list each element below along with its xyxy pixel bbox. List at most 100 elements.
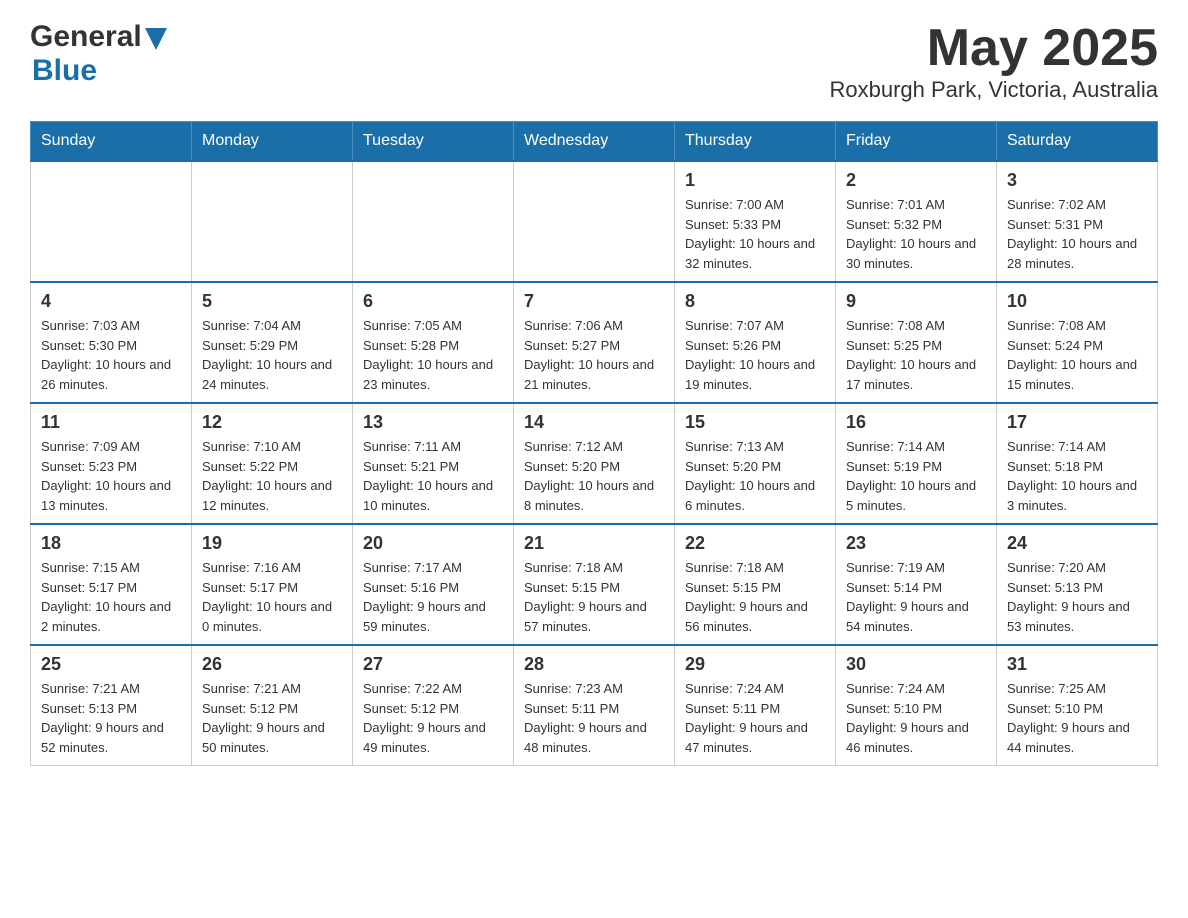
day-number: 28 bbox=[524, 654, 664, 675]
day-number: 7 bbox=[524, 291, 664, 312]
day-number: 1 bbox=[685, 170, 825, 191]
day-info: Sunrise: 7:18 AM Sunset: 5:15 PM Dayligh… bbox=[685, 558, 825, 636]
table-row: 8 Sunrise: 7:07 AM Sunset: 5:26 PM Daylig… bbox=[675, 282, 836, 403]
day-number: 6 bbox=[363, 291, 503, 312]
table-row: 12 Sunrise: 7:10 AM Sunset: 5:22 PM Dayli… bbox=[192, 403, 353, 524]
day-info: Sunrise: 7:08 AM Sunset: 5:25 PM Dayligh… bbox=[846, 316, 986, 394]
day-info: Sunrise: 7:23 AM Sunset: 5:11 PM Dayligh… bbox=[524, 679, 664, 757]
table-row: 16 Sunrise: 7:14 AM Sunset: 5:19 PM Dayli… bbox=[836, 403, 997, 524]
logo-triangle-icon bbox=[145, 28, 167, 50]
day-info: Sunrise: 7:16 AM Sunset: 5:17 PM Dayligh… bbox=[202, 558, 342, 636]
calendar-subtitle: Roxburgh Park, Victoria, Australia bbox=[829, 77, 1158, 103]
day-info: Sunrise: 7:13 AM Sunset: 5:20 PM Dayligh… bbox=[685, 437, 825, 515]
calendar-table: Sunday Monday Tuesday Wednesday Thursday… bbox=[30, 121, 1158, 766]
day-number: 11 bbox=[41, 412, 181, 433]
day-number: 22 bbox=[685, 533, 825, 554]
day-info: Sunrise: 7:18 AM Sunset: 5:15 PM Dayligh… bbox=[524, 558, 664, 636]
day-info: Sunrise: 7:07 AM Sunset: 5:26 PM Dayligh… bbox=[685, 316, 825, 394]
table-row bbox=[192, 161, 353, 282]
day-number: 8 bbox=[685, 291, 825, 312]
day-info: Sunrise: 7:09 AM Sunset: 5:23 PM Dayligh… bbox=[41, 437, 181, 515]
day-number: 26 bbox=[202, 654, 342, 675]
header-sunday: Sunday bbox=[31, 122, 192, 162]
day-number: 12 bbox=[202, 412, 342, 433]
day-number: 21 bbox=[524, 533, 664, 554]
day-number: 27 bbox=[363, 654, 503, 675]
day-number: 20 bbox=[363, 533, 503, 554]
day-number: 4 bbox=[41, 291, 181, 312]
calendar-week-row: 18 Sunrise: 7:15 AM Sunset: 5:17 PM Dayli… bbox=[31, 524, 1158, 645]
day-info: Sunrise: 7:03 AM Sunset: 5:30 PM Dayligh… bbox=[41, 316, 181, 394]
table-row: 29Sunrise: 7:24 AM Sunset: 5:11 PM Dayli… bbox=[675, 645, 836, 766]
table-row: 18 Sunrise: 7:15 AM Sunset: 5:17 PM Dayli… bbox=[31, 524, 192, 645]
day-number: 24 bbox=[1007, 533, 1147, 554]
calendar-week-row: 1 Sunrise: 7:00 AM Sunset: 5:33 PM Daylig… bbox=[31, 161, 1158, 282]
table-row: 3Sunrise: 7:02 AM Sunset: 5:31 PM Daylig… bbox=[997, 161, 1158, 282]
table-row: 15Sunrise: 7:13 AM Sunset: 5:20 PM Dayli… bbox=[675, 403, 836, 524]
table-row bbox=[514, 161, 675, 282]
table-row: 28 Sunrise: 7:23 AM Sunset: 5:11 PM Dayli… bbox=[514, 645, 675, 766]
day-info: Sunrise: 7:21 AM Sunset: 5:13 PM Dayligh… bbox=[41, 679, 181, 757]
header-tuesday: Tuesday bbox=[353, 122, 514, 162]
table-row: 30 Sunrise: 7:24 AM Sunset: 5:10 PM Dayli… bbox=[836, 645, 997, 766]
table-row: 21 Sunrise: 7:18 AM Sunset: 5:15 PM Dayli… bbox=[514, 524, 675, 645]
page-header: General Blue May 2025 Roxburgh Park, Vic… bbox=[30, 20, 1158, 103]
table-row: 19 Sunrise: 7:16 AM Sunset: 5:17 PM Dayli… bbox=[192, 524, 353, 645]
day-info: Sunrise: 7:17 AM Sunset: 5:16 PM Dayligh… bbox=[363, 558, 503, 636]
table-row: 31 Sunrise: 7:25 AM Sunset: 5:10 PM Dayli… bbox=[997, 645, 1158, 766]
table-row: 13Sunrise: 7:11 AM Sunset: 5:21 PM Dayli… bbox=[353, 403, 514, 524]
header-monday: Monday bbox=[192, 122, 353, 162]
day-number: 30 bbox=[846, 654, 986, 675]
table-row: 4 Sunrise: 7:03 AM Sunset: 5:30 PM Daylig… bbox=[31, 282, 192, 403]
day-info: Sunrise: 7:10 AM Sunset: 5:22 PM Dayligh… bbox=[202, 437, 342, 515]
day-info: Sunrise: 7:24 AM Sunset: 5:10 PM Dayligh… bbox=[846, 679, 986, 757]
day-info: Sunrise: 7:20 AM Sunset: 5:13 PM Dayligh… bbox=[1007, 558, 1147, 636]
calendar-week-row: 25 Sunrise: 7:21 AM Sunset: 5:13 PM Dayli… bbox=[31, 645, 1158, 766]
day-info: Sunrise: 7:22 AM Sunset: 5:12 PM Dayligh… bbox=[363, 679, 503, 757]
table-row: 24 Sunrise: 7:20 AM Sunset: 5:13 PM Dayli… bbox=[997, 524, 1158, 645]
day-number: 10 bbox=[1007, 291, 1147, 312]
calendar-week-row: 11 Sunrise: 7:09 AM Sunset: 5:23 PM Dayli… bbox=[31, 403, 1158, 524]
title-section: May 2025 Roxburgh Park, Victoria, Austra… bbox=[829, 20, 1158, 103]
day-number: 19 bbox=[202, 533, 342, 554]
day-number: 25 bbox=[41, 654, 181, 675]
day-number: 2 bbox=[846, 170, 986, 191]
table-row: 2Sunrise: 7:01 AM Sunset: 5:32 PM Daylig… bbox=[836, 161, 997, 282]
table-row: 22 Sunrise: 7:18 AM Sunset: 5:15 PM Dayli… bbox=[675, 524, 836, 645]
day-info: Sunrise: 7:25 AM Sunset: 5:10 PM Dayligh… bbox=[1007, 679, 1147, 757]
day-info: Sunrise: 7:08 AM Sunset: 5:24 PM Dayligh… bbox=[1007, 316, 1147, 394]
day-number: 31 bbox=[1007, 654, 1147, 675]
table-row: 5Sunrise: 7:04 AM Sunset: 5:29 PM Daylig… bbox=[192, 282, 353, 403]
day-info: Sunrise: 7:19 AM Sunset: 5:14 PM Dayligh… bbox=[846, 558, 986, 636]
table-row: 11 Sunrise: 7:09 AM Sunset: 5:23 PM Dayli… bbox=[31, 403, 192, 524]
day-info: Sunrise: 7:15 AM Sunset: 5:17 PM Dayligh… bbox=[41, 558, 181, 636]
day-number: 23 bbox=[846, 533, 986, 554]
logo-general-text: General bbox=[30, 20, 142, 54]
day-number: 16 bbox=[846, 412, 986, 433]
day-info: Sunrise: 7:21 AM Sunset: 5:12 PM Dayligh… bbox=[202, 679, 342, 757]
table-row: 9 Sunrise: 7:08 AM Sunset: 5:25 PM Daylig… bbox=[836, 282, 997, 403]
day-info: Sunrise: 7:00 AM Sunset: 5:33 PM Dayligh… bbox=[685, 195, 825, 273]
table-row bbox=[353, 161, 514, 282]
day-number: 3 bbox=[1007, 170, 1147, 191]
day-info: Sunrise: 7:06 AM Sunset: 5:27 PM Dayligh… bbox=[524, 316, 664, 394]
table-row: 14Sunrise: 7:12 AM Sunset: 5:20 PM Dayli… bbox=[514, 403, 675, 524]
calendar-title: May 2025 bbox=[829, 20, 1158, 77]
header-wednesday: Wednesday bbox=[514, 122, 675, 162]
header-friday: Friday bbox=[836, 122, 997, 162]
day-number: 9 bbox=[846, 291, 986, 312]
table-row: 27 Sunrise: 7:22 AM Sunset: 5:12 PM Dayli… bbox=[353, 645, 514, 766]
table-row: 10 Sunrise: 7:08 AM Sunset: 5:24 PM Dayli… bbox=[997, 282, 1158, 403]
table-row: 25 Sunrise: 7:21 AM Sunset: 5:13 PM Dayli… bbox=[31, 645, 192, 766]
header-saturday: Saturday bbox=[997, 122, 1158, 162]
table-row: 26 Sunrise: 7:21 AM Sunset: 5:12 PM Dayli… bbox=[192, 645, 353, 766]
table-row bbox=[31, 161, 192, 282]
table-row: 7 Sunrise: 7:06 AM Sunset: 5:27 PM Daylig… bbox=[514, 282, 675, 403]
day-number: 18 bbox=[41, 533, 181, 554]
logo-blue-text: Blue bbox=[32, 54, 97, 88]
day-info: Sunrise: 7:14 AM Sunset: 5:19 PM Dayligh… bbox=[846, 437, 986, 515]
day-info: Sunrise: 7:24 AM Sunset: 5:11 PM Dayligh… bbox=[685, 679, 825, 757]
day-number: 5 bbox=[202, 291, 342, 312]
table-row: 17Sunrise: 7:14 AM Sunset: 5:18 PM Dayli… bbox=[997, 403, 1158, 524]
day-info: Sunrise: 7:05 AM Sunset: 5:28 PM Dayligh… bbox=[363, 316, 503, 394]
